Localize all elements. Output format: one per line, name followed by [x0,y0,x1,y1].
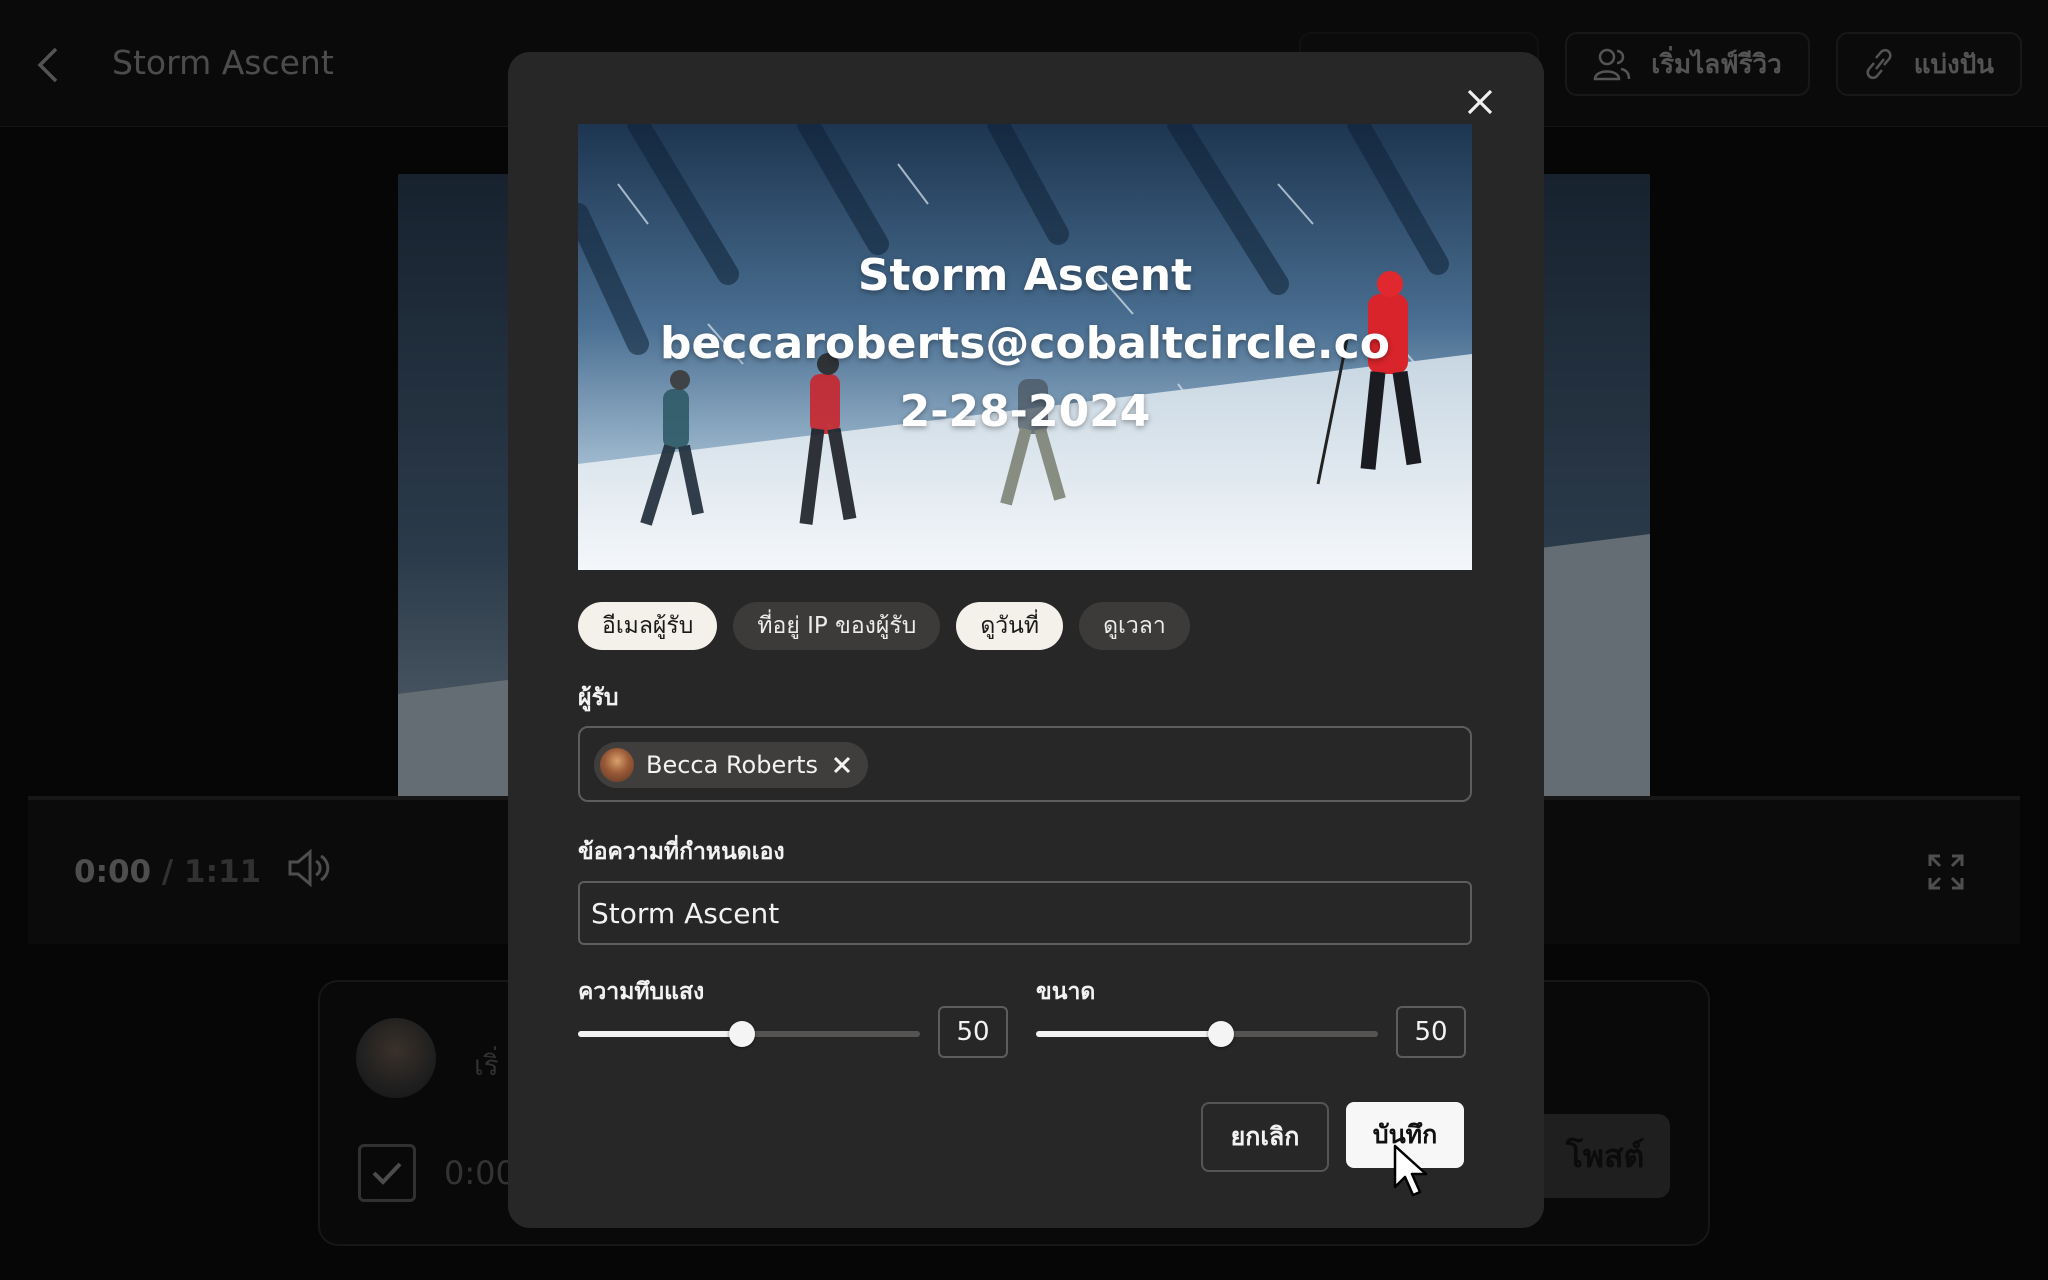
size-slider[interactable] [1036,1021,1378,1047]
watermark-options: อีเมลผู้รับ ที่อยู่ IP ของผู้รับ ดูวันที… [578,602,1190,650]
close-button[interactable] [1458,80,1502,124]
chip-recipient-ip[interactable]: ที่อยู่ IP ของผู้รับ [733,602,941,650]
opacity-label: ความทึบแสง [578,979,705,1005]
recipient-name: Becca Roberts [646,751,819,779]
opacity-slider[interactable] [578,1021,920,1047]
watermark-preview: Storm Ascent beccaroberts@cobaltcircle.c… [578,124,1472,570]
watermark-settings-dialog: Storm Ascent beccaroberts@cobaltcircle.c… [508,52,1544,1228]
chip-view-date[interactable]: ดูวันที่ [956,602,1064,650]
custom-text-input[interactable] [578,881,1472,945]
size-value-input[interactable]: 50 [1396,1006,1466,1058]
cancel-button[interactable]: ยกเลิก [1201,1102,1329,1172]
opacity-value-input[interactable]: 50 [938,1006,1008,1058]
recipient-tag: Becca Roberts [594,742,869,788]
recipient-avatar [600,748,634,782]
recipient-field[interactable]: Becca Roberts [578,726,1472,802]
close-icon [1467,89,1493,115]
size-slider-thumb[interactable] [1207,1021,1234,1047]
size-slider-fill [1036,1031,1221,1037]
watermark-text: Storm Ascent beccaroberts@cobaltcircle.c… [578,124,1472,570]
opacity-slider-fill [578,1031,743,1037]
recipient-label: ผู้รับ [578,685,619,711]
chip-view-time[interactable]: ดูเวลา [1079,602,1190,650]
size-label: ขนาด [1036,979,1096,1005]
opacity-slider-thumb[interactable] [729,1021,756,1047]
remove-recipient-button[interactable] [830,753,854,777]
close-icon [833,756,851,774]
watermark-email: beccaroberts@cobaltcircle.co [660,318,1390,369]
watermark-title: Storm Ascent [857,250,1193,301]
chip-recipient-email[interactable]: อีเมลผู้รับ [578,602,718,650]
mouse-cursor-icon [1393,1144,1428,1197]
custom-text-label: ข้อความที่กำหนดเอง [578,839,785,865]
watermark-date: 2-28-2024 [899,386,1151,437]
